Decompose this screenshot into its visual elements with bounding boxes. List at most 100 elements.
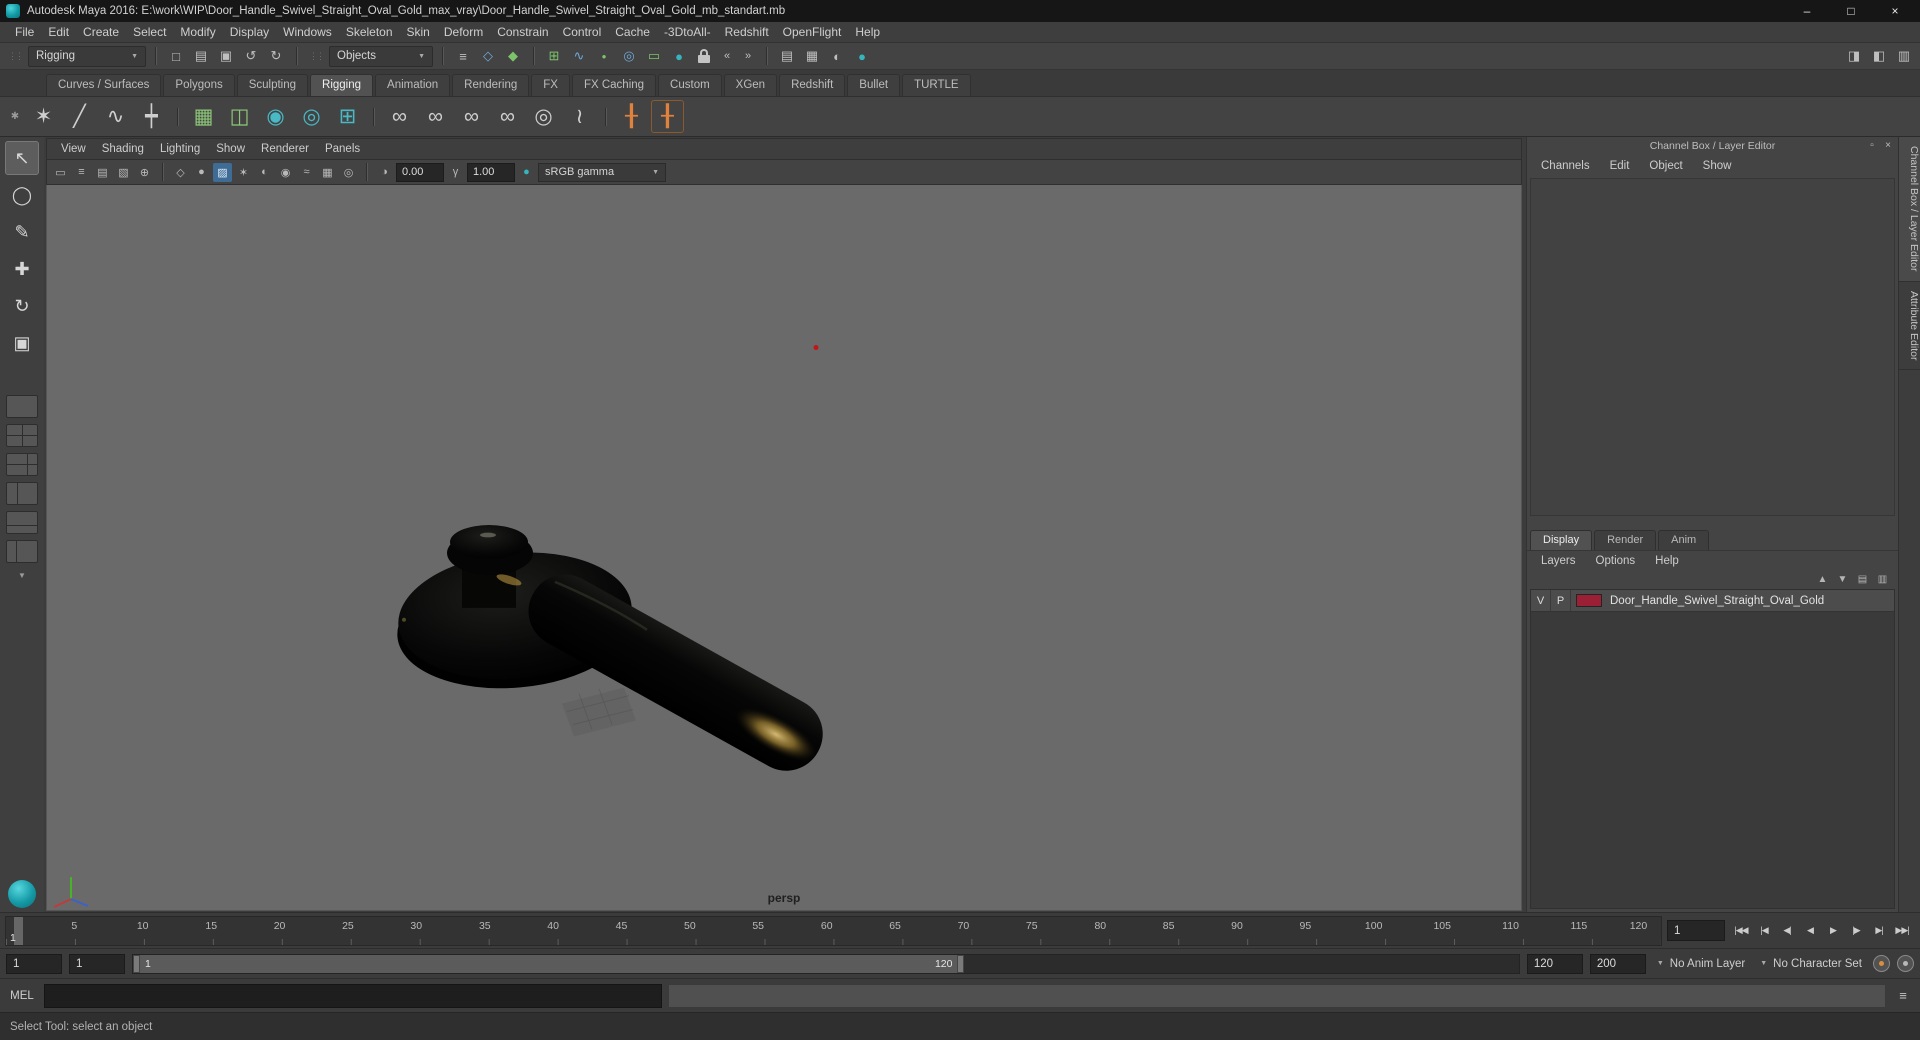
status-grip[interactable]: ⋮⋮ bbox=[306, 51, 326, 62]
shelf-tab-rigging[interactable]: Rigging bbox=[310, 74, 374, 96]
layout-outliner-persp-button[interactable] bbox=[6, 540, 38, 563]
point-constraint-icon[interactable]: ∞ bbox=[419, 100, 452, 133]
command-input[interactable] bbox=[44, 983, 662, 1008]
textured-icon[interactable]: ▨ bbox=[213, 162, 232, 182]
menu-deform[interactable]: Deform bbox=[437, 23, 490, 41]
playback-range-bar[interactable]: 1 120 bbox=[133, 954, 965, 973]
new-layer-from-selected-icon[interactable]: ▥ bbox=[1875, 572, 1890, 587]
select-camera-icon[interactable]: ▭ bbox=[51, 163, 70, 182]
add-attribute-icon[interactable]: ╂ bbox=[615, 100, 648, 133]
output-connections-icon[interactable]: » bbox=[739, 47, 757, 65]
range-end-handle[interactable] bbox=[957, 954, 965, 973]
float-panel-icon[interactable]: ▫ bbox=[1865, 138, 1879, 152]
select-tool-button[interactable]: ↖ bbox=[5, 141, 39, 175]
lock-icon[interactable] bbox=[693, 45, 715, 67]
object-menu[interactable]: Object bbox=[1641, 158, 1690, 174]
play-forwards-button[interactable]: ▶ bbox=[1822, 920, 1844, 942]
current-frame-field[interactable] bbox=[1667, 920, 1725, 941]
bookmarks-icon[interactable]: ▤ bbox=[93, 163, 112, 182]
edit-attribute-icon[interactable]: ╂ bbox=[651, 100, 684, 133]
anim-layer-dropdown[interactable]: ▼ No Anim Layer bbox=[1653, 958, 1749, 970]
interactive-bind-icon[interactable]: ◎ bbox=[295, 100, 328, 133]
aim-constraint-icon[interactable]: ∞ bbox=[491, 100, 524, 133]
panel-menu-shading[interactable]: Shading bbox=[94, 141, 152, 157]
view-transform-dropdown[interactable]: sRGB gamma ▼ bbox=[538, 162, 666, 182]
layer-visibility-toggle[interactable]: V bbox=[1531, 590, 1551, 611]
layout-two-pane-stacked-button[interactable] bbox=[6, 511, 38, 534]
layout-more-chevron-icon[interactable]: ▼ bbox=[18, 571, 26, 580]
move-tool-button[interactable]: ✚ bbox=[5, 252, 39, 286]
tab-anim[interactable]: Anim bbox=[1658, 530, 1710, 550]
menu-skin[interactable]: Skin bbox=[400, 23, 437, 41]
menu-display[interactable]: Display bbox=[223, 23, 276, 41]
close-button[interactable]: × bbox=[1880, 2, 1910, 20]
range-start-handle[interactable] bbox=[133, 954, 140, 973]
menu-3dtoall[interactable]: -3DtoAll- bbox=[657, 23, 718, 41]
smooth-shade-icon[interactable]: ● bbox=[192, 163, 211, 182]
playback-end-field[interactable] bbox=[1526, 953, 1583, 974]
auto-keyframe-toggle[interactable] bbox=[1873, 955, 1890, 972]
play-backwards-button[interactable]: ◀ bbox=[1799, 920, 1821, 942]
menu-set-dropdown[interactable]: Rigging ▼ bbox=[28, 45, 146, 67]
shelf-tab-animation[interactable]: Animation bbox=[375, 74, 451, 96]
undo-icon[interactable]: ↺ bbox=[240, 45, 262, 67]
exposure-icon[interactable]: ◑ bbox=[375, 163, 394, 182]
shelf-tab-custom[interactable]: Custom bbox=[658, 74, 722, 96]
shelf-tab-sculpting[interactable]: Sculpting bbox=[236, 74, 309, 96]
maximize-button[interactable]: □ bbox=[1836, 2, 1866, 20]
range-slider-track[interactable]: 1 120 bbox=[132, 953, 1520, 974]
channel-list-area[interactable] bbox=[1530, 178, 1895, 516]
layout-four-pane-button[interactable] bbox=[6, 424, 38, 447]
file-open-icon[interactable]: ▤ bbox=[190, 45, 212, 67]
menu-openflight[interactable]: OpenFlight bbox=[776, 23, 849, 41]
animation-end-field[interactable] bbox=[1589, 953, 1646, 974]
redo-icon[interactable]: ↻ bbox=[265, 45, 287, 67]
shelf-tab-polygons[interactable]: Polygons bbox=[163, 74, 235, 96]
toggle-tool-settings-icon[interactable]: ▥ bbox=[1893, 45, 1915, 67]
screen-space-ao-icon[interactable]: ◉ bbox=[276, 163, 295, 182]
side-tab-attribute-editor[interactable]: Attribute Editor bbox=[1899, 282, 1920, 370]
shelf-tab-bullet[interactable]: Bullet bbox=[847, 74, 901, 96]
lattice-bind-icon[interactable]: ⊞ bbox=[331, 100, 364, 133]
layout-two-pane-side-button[interactable] bbox=[6, 482, 38, 505]
panel-menu-panels[interactable]: Panels bbox=[317, 141, 368, 157]
shelf-tab-fx[interactable]: FX bbox=[531, 74, 570, 96]
menu-edit[interactable]: Edit bbox=[41, 23, 76, 41]
show-menu[interactable]: Show bbox=[1695, 158, 1740, 174]
shelf-tab-turtle[interactable]: TURTLE bbox=[902, 74, 971, 96]
gamma-icon[interactable]: γ bbox=[446, 163, 465, 182]
insert-joint-icon[interactable]: ┿ bbox=[135, 100, 168, 133]
joint-tool-icon[interactable]: ✶ bbox=[27, 100, 60, 133]
shelf-tab-redshift[interactable]: Redshift bbox=[779, 74, 846, 96]
file-save-icon[interactable]: ▣ bbox=[215, 45, 237, 67]
snap-to-curve-icon[interactable]: ∿ bbox=[568, 45, 590, 67]
pole-vector-constraint-icon[interactable]: ◎ bbox=[527, 100, 560, 133]
shelf-options-gear-icon[interactable]: ✱ bbox=[6, 101, 24, 133]
viewport-3d-scene[interactable] bbox=[47, 185, 1521, 910]
command-result-field[interactable] bbox=[668, 983, 1886, 1008]
layer-row[interactable]: V P Door_Handle_Swivel_Straight_Oval_Gol… bbox=[1531, 590, 1894, 612]
options-menu[interactable]: Options bbox=[1588, 554, 1644, 568]
layout-single-pane-button[interactable] bbox=[6, 395, 38, 418]
menu-cache[interactable]: Cache bbox=[608, 23, 657, 41]
tab-render[interactable]: Render bbox=[1594, 530, 1657, 550]
layer-playback-toggle[interactable]: P bbox=[1551, 590, 1571, 611]
rotate-tool-button[interactable]: ↻ bbox=[5, 289, 39, 323]
render-settings-icon[interactable]: ◐ bbox=[826, 45, 848, 67]
layer-name[interactable]: Door_Handle_Swivel_Straight_Oval_Gold bbox=[1607, 595, 1824, 607]
select-by-object-icon[interactable]: ◇ bbox=[477, 45, 499, 67]
step-back-key-button[interactable]: |◀ bbox=[1753, 920, 1775, 942]
input-connections-icon[interactable]: « bbox=[718, 47, 736, 65]
ik-spline-handle-icon[interactable]: ∿ bbox=[99, 100, 132, 133]
time-slider-ruler[interactable]: 1 5 10 15 20 25 30 35 40 45 50 55 60 65 … bbox=[5, 915, 1662, 946]
close-panel-icon[interactable]: × bbox=[1881, 138, 1895, 152]
menu-file[interactable]: File bbox=[8, 23, 41, 41]
snap-to-projected-center-icon[interactable]: ◎ bbox=[618, 45, 640, 67]
step-forward-frame-button[interactable]: |▶ bbox=[1845, 920, 1867, 942]
smooth-bind-icon[interactable]: ◉ bbox=[259, 100, 292, 133]
multisample-aa-icon[interactable]: ▦ bbox=[318, 163, 337, 182]
move-layer-down-icon[interactable]: ▼ bbox=[1835, 572, 1850, 587]
snap-to-grid-icon[interactable]: ⊞ bbox=[543, 45, 565, 67]
maya-app-icon[interactable] bbox=[6, 4, 20, 18]
panel-menu-view[interactable]: View bbox=[53, 141, 94, 157]
